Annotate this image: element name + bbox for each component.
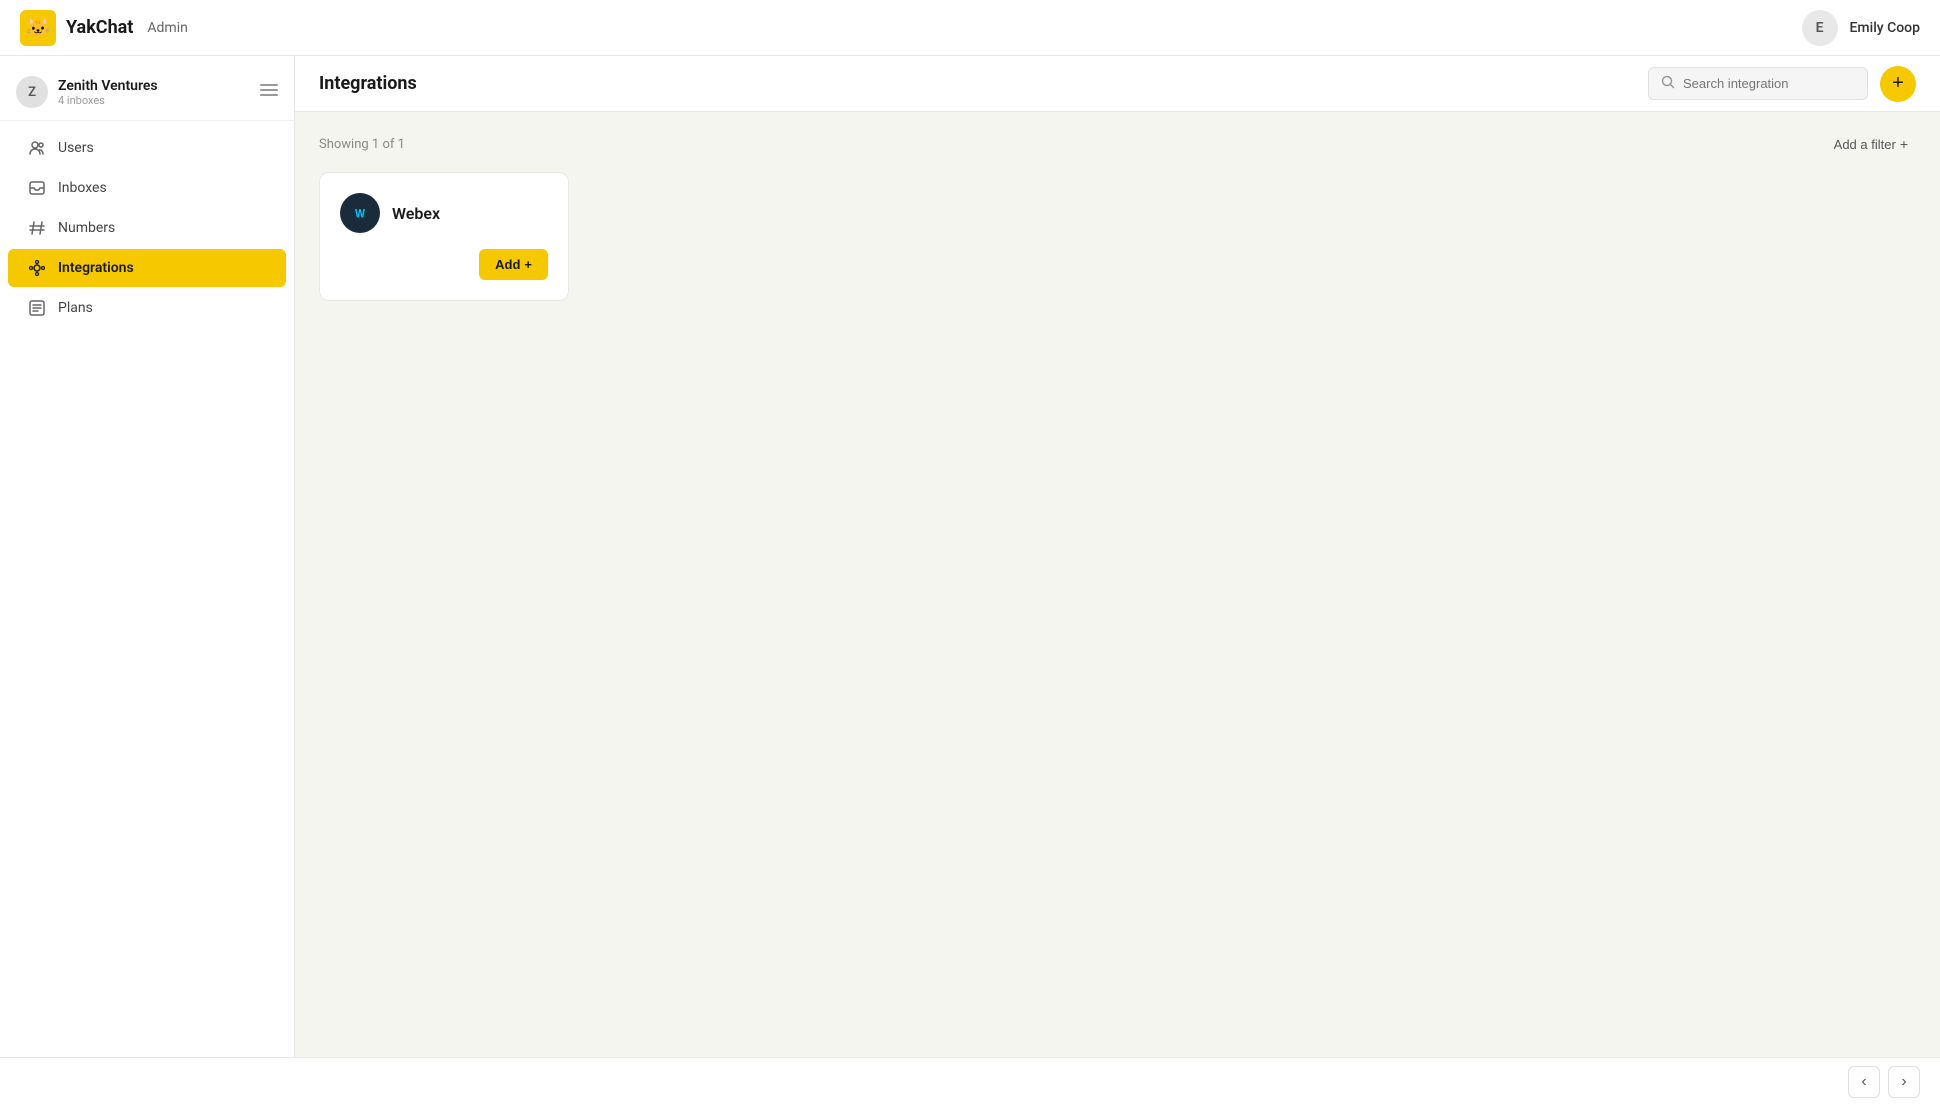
main-layout: Z Zenith Ventures 4 inboxes [0,56,1940,1057]
header-right: E Emily Coop [1802,10,1920,46]
results-bar: Showing 1 of 1 Add a filter + [319,132,1916,156]
sidebar-item-inboxes[interactable]: Inboxes [8,169,286,207]
workspace-inboxes: 4 inboxes [58,94,158,107]
sidebar: Z Zenith Ventures 4 inboxes [0,56,295,1057]
sidebar-item-users[interactable]: Users [8,129,286,167]
user-name: Emily Coop [1850,20,1920,36]
yakchat-logo-icon: 🐱 [20,10,56,46]
add-filter-label: Add a filter [1834,137,1896,152]
add-filter-button[interactable]: Add a filter + [1826,132,1916,156]
logo-area: 🐱 YakChat Admin [20,10,188,46]
results-count: Showing 1 of 1 [319,137,405,152]
add-filter-plus-icon: + [1900,136,1908,152]
svg-text:🐱: 🐱 [26,15,51,39]
sidebar-item-inboxes-label: Inboxes [58,180,107,196]
integrations-icon [28,259,46,277]
admin-label: Admin [147,20,187,36]
next-arrow-icon: › [1901,1073,1906,1091]
content-area: Integrations + Showi [295,56,1940,1057]
app-name: YakChat [66,17,133,38]
workspace-item[interactable]: Z Zenith Ventures 4 inboxes [0,64,294,121]
add-webex-button[interactable]: Add + [479,249,548,280]
sidebar-item-users-label: Users [58,140,94,156]
top-header: 🐱 YakChat Admin E Emily Coop [0,0,1940,56]
page-title: Integrations [319,73,417,94]
users-icon [28,139,46,157]
card-footer: Add + [340,249,548,280]
sidebar-item-numbers-label: Numbers [58,220,115,236]
plans-icon [28,299,46,317]
user-avatar: E [1802,10,1838,46]
content-body: Showing 1 of 1 Add a filter + W [295,112,1940,1057]
inboxes-icon [28,179,46,197]
workspace-name: Zenith Ventures [58,78,158,94]
add-integration-button[interactable]: + [1880,66,1916,102]
workspace-avatar: Z [16,76,48,108]
webex-logo-icon: W [340,193,380,233]
search-input[interactable] [1683,76,1855,91]
bottom-bar: ‹ › [0,1057,1940,1105]
sidebar-item-integrations-label: Integrations [58,260,134,276]
prev-page-button[interactable]: ‹ [1848,1066,1880,1098]
sidebar-item-numbers[interactable]: Numbers [8,209,286,247]
numbers-icon [28,219,46,237]
search-icon [1661,74,1675,93]
workspace-info: Zenith Ventures 4 inboxes [58,78,158,107]
content-header-right: + [1648,66,1916,102]
next-page-button[interactable]: › [1888,1066,1920,1098]
webex-card-name: Webex [392,204,440,223]
prev-arrow-icon: ‹ [1861,1073,1866,1091]
svg-text:W: W [355,206,366,220]
content-header: Integrations + [295,56,1940,112]
sidebar-item-plans-label: Plans [58,300,93,316]
add-plus-icon: + [524,257,532,272]
card-header: W Webex [340,193,548,233]
sidebar-item-plans[interactable]: Plans [8,289,286,327]
sidebar-nav: Users Inboxes Numbers [0,129,294,327]
integration-card-webex: W Webex Add + [319,172,569,301]
search-box[interactable] [1648,67,1868,100]
sidebar-toggle-icon[interactable] [260,81,278,104]
cards-grid: W Webex Add + [319,172,1916,301]
sidebar-item-integrations[interactable]: Integrations [8,249,286,287]
